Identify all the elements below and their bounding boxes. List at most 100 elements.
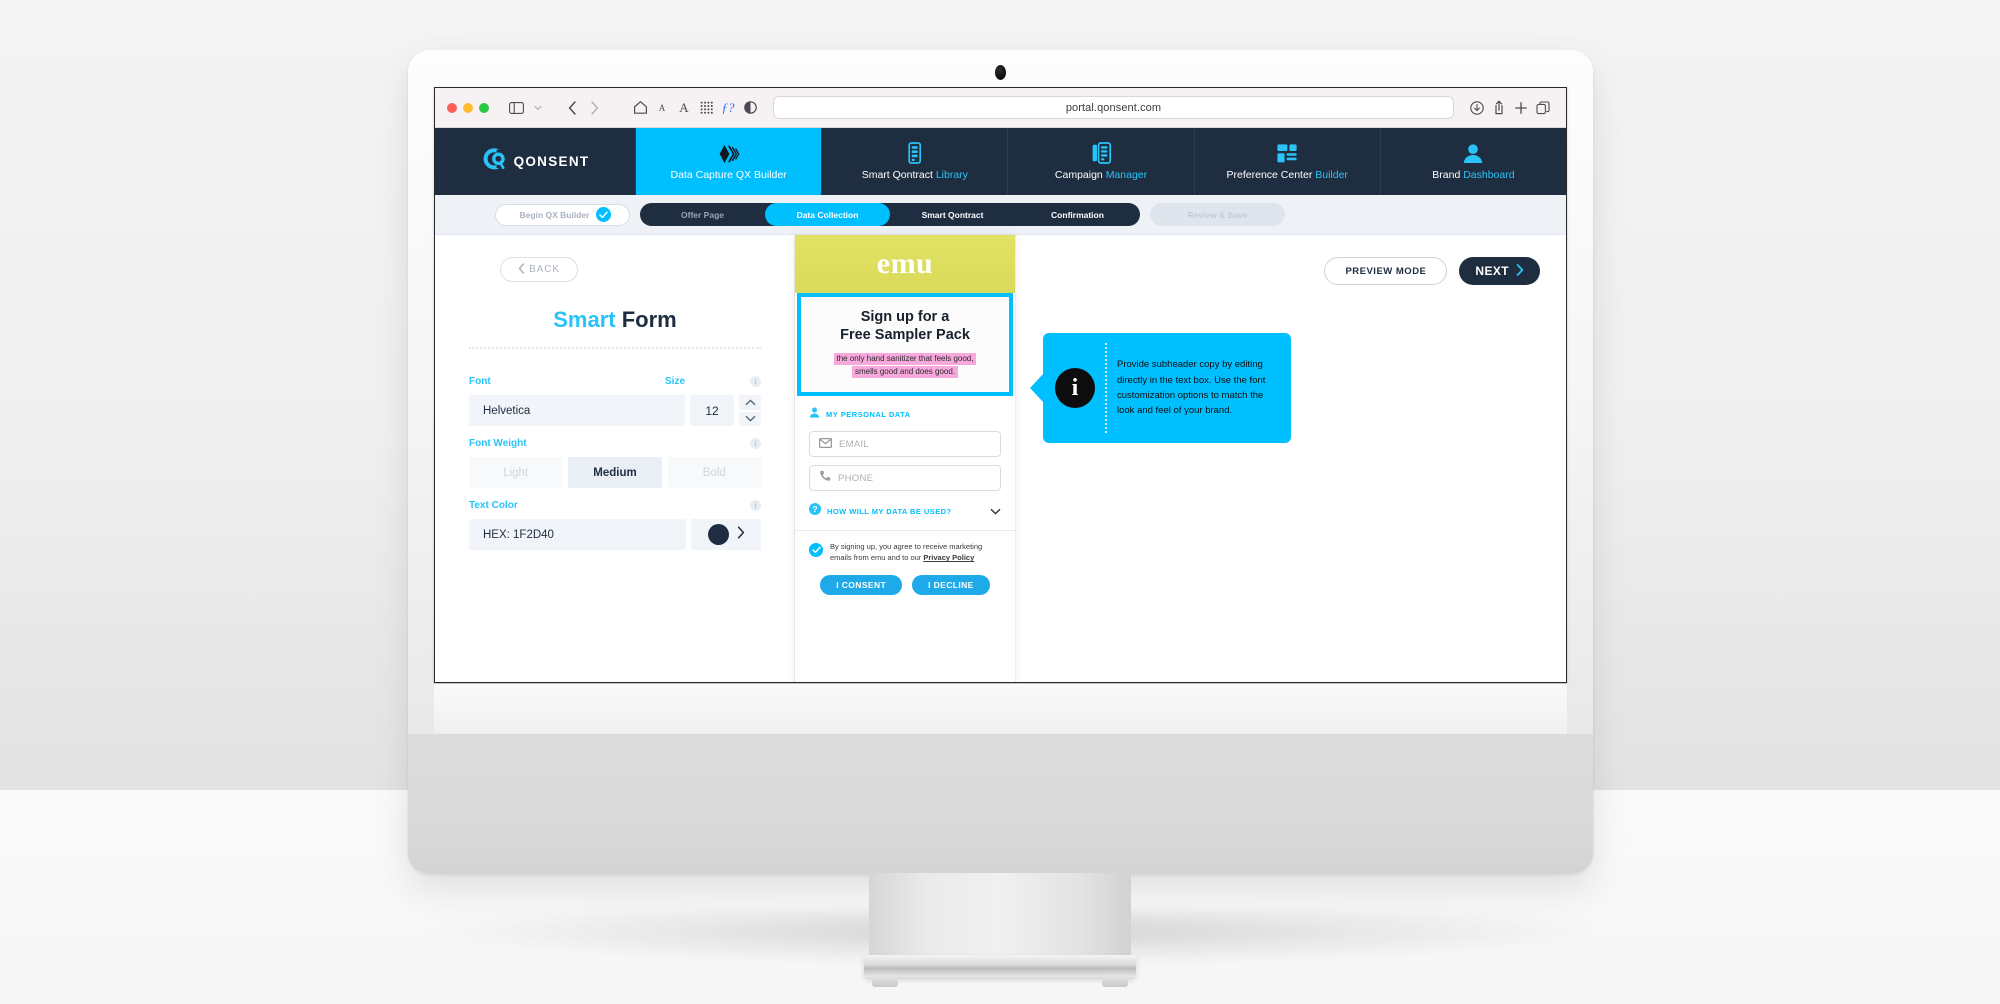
check-circle-icon[interactable] xyxy=(809,543,823,558)
font-control-header: Font Size i xyxy=(469,373,761,389)
text-size-large-icon[interactable]: A xyxy=(673,97,695,119)
app-navigation: QONSENT Data Capture QX Builder Smart Qo… xyxy=(435,128,1566,195)
color-picker-button[interactable] xyxy=(691,519,761,550)
text-color-label: Text Color xyxy=(469,499,518,511)
qonsent-logo-text: QONSENT xyxy=(513,154,590,169)
step-review-and-save[interactable]: Review & Save xyxy=(1150,203,1285,226)
font-weight-header: Font Weight i xyxy=(469,435,761,451)
minimize-window-button[interactable] xyxy=(463,102,473,113)
text-color-row: HEX: 1F2D40 xyxy=(469,519,761,550)
tooltip-column: i Provide subheader copy by editing dire… xyxy=(1015,235,1566,682)
nav-label-campaign-manager: Campaign Manager xyxy=(1054,169,1148,181)
how-data-used-toggle[interactable]: ? HOW WILL MY DATA BE USED? xyxy=(809,502,1001,520)
chevron-down-icon[interactable] xyxy=(990,502,1001,520)
headline-line-1: Sign up for a xyxy=(860,309,950,325)
step-data-collection[interactable]: Data Collection xyxy=(765,203,890,226)
text-size-small-icon[interactable]: A xyxy=(651,97,673,119)
font-control-row: Helvetica 12 xyxy=(469,395,761,426)
data-capture-icon xyxy=(717,142,741,164)
monitor-lower-body xyxy=(408,734,1593,873)
font-family-select[interactable]: Helvetica xyxy=(469,395,685,426)
font-weight-bold-button[interactable]: Bold xyxy=(667,457,761,488)
next-button-label: NEXT xyxy=(1475,264,1509,278)
monitor-stand-foot-left xyxy=(872,975,898,987)
url-text: portal.qonsent.com xyxy=(1065,101,1162,114)
back-arrow-icon[interactable] xyxy=(561,97,583,119)
chevron-down-icon[interactable] xyxy=(739,411,761,426)
form-preview-column: emu Sign up for a Free Sampler Pack the … xyxy=(795,235,1015,682)
step-offer-page[interactable]: Offer Page xyxy=(640,203,765,226)
qonsent-logo-icon xyxy=(481,146,507,177)
formula-icon[interactable]: ƒ? xyxy=(717,97,739,119)
phone-icon xyxy=(819,469,831,487)
campaign-manager-icon xyxy=(1091,142,1112,164)
share-icon[interactable] xyxy=(1488,97,1510,119)
step-begin-label: Begin QX Builder xyxy=(519,209,590,220)
brand-header: emu xyxy=(795,235,1015,293)
user-dashboard-icon xyxy=(1462,142,1484,164)
nav-label-data-capture: Data Capture QX Builder xyxy=(670,169,787,181)
next-button[interactable]: NEXT xyxy=(1459,257,1540,285)
nav-item-brand-dashboard[interactable]: Brand Dashboard xyxy=(1381,128,1566,195)
chevron-up-icon[interactable] xyxy=(739,395,761,410)
info-icon[interactable]: i xyxy=(750,375,761,387)
chevron-right-icon[interactable] xyxy=(737,525,745,544)
smart-form-preview-card: emu Sign up for a Free Sampler Pack the … xyxy=(795,235,1015,682)
tooltip-text: Provide subheader copy by editing direct… xyxy=(1117,359,1266,417)
email-placeholder: EMAIL xyxy=(839,438,870,450)
monitor-frame: A A ƒ? portal.qonsent.com QONSENT Data C… xyxy=(408,50,1593,873)
back-button[interactable]: BACK xyxy=(500,257,578,282)
maximize-window-button[interactable] xyxy=(479,102,489,113)
privacy-policy-link[interactable]: Privacy Policy xyxy=(923,553,974,562)
page-title-rest: Form xyxy=(615,307,677,332)
nav-label-preference-center: Preference Center Builder xyxy=(1226,169,1348,181)
tab-overview-icon[interactable] xyxy=(1532,97,1554,119)
i-decline-button[interactable]: I DECLINE xyxy=(912,575,990,596)
nav-item-preference-center-builder[interactable]: Preference Center Builder xyxy=(1195,128,1381,195)
info-icon[interactable]: i xyxy=(750,499,761,511)
page-title: Smart Form xyxy=(435,307,795,333)
nav-label-brand-dashboard: Brand Dashboard xyxy=(1432,169,1515,181)
grid-icon[interactable] xyxy=(695,97,717,119)
close-window-button[interactable] xyxy=(447,102,457,113)
consent-text: By signing up, you agree to receive mark… xyxy=(830,542,1001,564)
chevron-down-icon[interactable] xyxy=(527,97,549,119)
chevron-left-icon xyxy=(518,261,525,279)
url-bar[interactable]: portal.qonsent.com xyxy=(773,96,1454,119)
font-weight-light-button[interactable]: Light xyxy=(469,457,563,488)
preview-mode-button[interactable]: PREVIEW MODE xyxy=(1324,257,1448,285)
text-color-hex-input[interactable]: HEX: 1F2D40 xyxy=(469,519,686,550)
phone-placeholder: PHONE xyxy=(838,472,874,484)
plus-icon[interactable] xyxy=(1510,97,1532,119)
nav-item-campaign-manager[interactable]: Campaign Manager xyxy=(1008,128,1195,195)
headline-edit-box[interactable]: Sign up for a Free Sampler Pack the only… xyxy=(797,293,1013,397)
download-icon[interactable] xyxy=(1466,97,1488,119)
action-buttons: PREVIEW MODE NEXT xyxy=(1324,257,1540,285)
step-begin-qx-builder[interactable]: Begin QX Builder xyxy=(495,203,630,226)
sidebar-toggle-icon[interactable] xyxy=(505,97,527,119)
page-title-accent: Smart xyxy=(553,307,616,332)
info-tooltip: i Provide subheader copy by editing dire… xyxy=(1030,333,1291,443)
svg-text:?: ? xyxy=(812,504,817,514)
step-smart-qontract[interactable]: Smart Qontract xyxy=(890,203,1015,226)
forward-arrow-icon[interactable] xyxy=(583,97,605,119)
step-confirmation[interactable]: Confirmation xyxy=(1015,203,1140,226)
i-consent-button[interactable]: I CONSENT xyxy=(820,575,903,596)
tooltip-arrow xyxy=(1030,373,1044,403)
quantity-stepper xyxy=(739,395,761,426)
email-field[interactable]: EMAIL xyxy=(809,431,1001,458)
reader-contrast-icon[interactable] xyxy=(739,97,761,119)
phone-field[interactable]: PHONE xyxy=(809,465,1001,492)
font-weight-medium-button[interactable]: Medium xyxy=(568,457,662,488)
question-circle-icon: ? xyxy=(809,502,821,520)
nav-item-smart-qontract-library[interactable]: Smart Qontract Library xyxy=(822,128,1009,195)
info-icon[interactable]: i xyxy=(750,437,761,449)
brand-name: emu xyxy=(876,247,934,280)
qonsent-logo[interactable]: QONSENT xyxy=(435,128,637,195)
font-size-input[interactable]: 12 xyxy=(690,395,734,426)
personal-data-label: MY PERSONAL DATA xyxy=(826,409,911,419)
consent-buttons: I CONSENT I DECLINE xyxy=(809,575,1001,596)
home-icon[interactable] xyxy=(629,97,651,119)
nav-item-data-capture-qx-builder[interactable]: Data Capture QX Builder xyxy=(636,128,823,195)
monitor-chin xyxy=(434,684,1567,734)
